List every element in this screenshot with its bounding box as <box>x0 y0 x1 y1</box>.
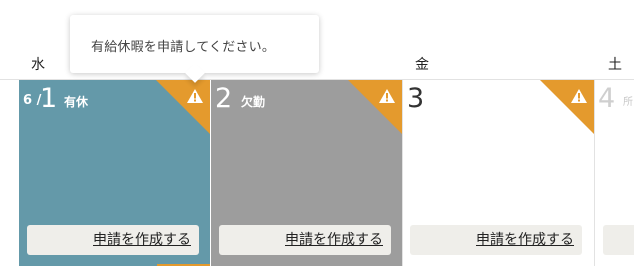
day-cell-2[interactable]: 2 欠勤 申請を作成する <box>211 80 402 266</box>
day-cell-3[interactable]: 3 申請を作成する <box>402 80 594 266</box>
warning-triangle-icon[interactable] <box>378 88 396 104</box>
create-request-button-partial[interactable] <box>603 225 634 255</box>
create-request-button[interactable]: 申請を作成する <box>219 225 391 255</box>
weekday-sat: 土 <box>608 57 622 73</box>
tooltip-message: 有給休暇を申請してください。 <box>91 40 276 55</box>
weekday-wed: 水 <box>31 57 45 73</box>
status-label: 有休 <box>64 95 89 109</box>
date-number: 3 <box>407 83 425 114</box>
date-number: 1 <box>40 83 58 114</box>
weekday-fri: 金 <box>415 57 429 73</box>
warning-triangle-icon[interactable] <box>570 88 588 104</box>
day-cell-1[interactable]: 6 / 1 有休 申請を作成する <box>19 80 210 266</box>
warning-triangle-icon[interactable] <box>186 88 204 104</box>
calendar-week-view: 水 金 土 6 / 1 有休 申請を作成する 2 欠勤 申請を作成する 3 申請… <box>0 0 634 267</box>
create-request-button[interactable]: 申請を作成する <box>410 225 582 255</box>
cell-divider <box>402 80 403 266</box>
selection-accent <box>157 264 210 266</box>
status-label: 欠勤 <box>241 95 266 109</box>
warning-tooltip: 有給休暇を申請してください。 <box>70 15 319 83</box>
date-number: 4 <box>598 83 616 114</box>
month-label: 6 / <box>23 93 42 108</box>
day-cell-4[interactable]: 4 所 <box>595 80 634 266</box>
create-request-button[interactable]: 申請を作成する <box>27 225 199 255</box>
cell-divider <box>594 80 595 266</box>
status-label: 所 <box>623 97 633 108</box>
date-number: 2 <box>215 83 233 114</box>
